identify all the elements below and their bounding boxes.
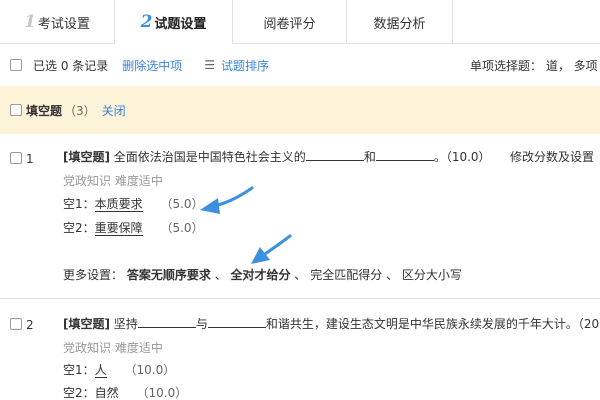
blank-label: 空1： [63, 363, 95, 377]
blank-line [207, 316, 266, 328]
option-all-correct[interactable]: 全对才给分 [231, 268, 291, 282]
question-number: 2 [26, 318, 34, 332]
sort-questions-label: 试题排序 [221, 58, 270, 73]
delete-selected-link[interactable]: 删除选中项 [122, 57, 182, 74]
blank-answer: 自然 [94, 386, 119, 400]
blank-answer-row: 空1：人 （10.0） [63, 361, 175, 378]
question-stem: [填空题] 坚持 与 和谐共生，建设生态文明是中华民族永续发展的千年大计。（20 [63, 315, 599, 332]
blank-answer: 人 [94, 363, 107, 378]
section-count: （3） [64, 103, 96, 118]
tab-label: 考试设置 [37, 16, 90, 32]
toolbar: 已选 0 条记录 删除选中项 ☰ 试题排序 单项选择题： 道， 多项 [0, 44, 600, 86]
tab-label: 数据分析 [373, 16, 426, 32]
selected-count: 已选 0 条记录 [33, 58, 109, 73]
blank-line [305, 149, 364, 161]
edit-score-settings-link[interactable]: 修改分数及设置 [510, 148, 594, 165]
section-title: 填空题 [26, 103, 63, 118]
blank-answer: 重要保障 [94, 221, 143, 236]
tab-step-number: 1 [24, 12, 36, 32]
blank-score: （10.0） [124, 363, 176, 377]
question-meta: 党政知识 难度适中 [63, 174, 163, 188]
question-text: 与 [195, 317, 208, 331]
blank-answer-row: 空2：重要保障 （5.0） [63, 219, 204, 236]
question-checkbox[interactable] [10, 318, 22, 330]
option-exact-match[interactable]: 完全匹配得分 [310, 268, 382, 282]
question-checkbox[interactable] [10, 152, 22, 164]
fill-blank-section-header: 填空题 （3） 关闭 [0, 86, 600, 134]
option-case-sensitive[interactable]: 区分大小写 [402, 268, 462, 282]
question-text: 和谐共生，建设生态文明是中华民族永续发展的千年大计。（20 [265, 317, 600, 331]
tab-data-analysis[interactable]: 数据分析 [347, 0, 453, 44]
blank-line [137, 316, 196, 328]
blank-answer-row: 空2：自然 （10.0） [63, 384, 187, 400]
question-item: 1 [填空题] 全面依法治国是中国特色社会主义的 和 。（10.0） 修改分数及设置… [0, 134, 600, 299]
tab-label: 阅卷评分 [263, 16, 316, 32]
select-all-checkbox[interactable] [10, 59, 22, 71]
tab-step-number: 2 [140, 12, 153, 32]
blank-score: （5.0） [160, 197, 204, 211]
question-item: 2 [填空题] 坚持 与 和谐共生，建设生态文明是中华民族永续发展的千年大计。（20… [0, 300, 600, 400]
blank-score: （10.0） [136, 386, 188, 400]
question-type-tag: [填空题] [63, 317, 110, 331]
blank-label: 空2： [63, 386, 95, 400]
blank-score: （5.0） [160, 221, 204, 235]
sort-questions-button[interactable]: ☰ 试题排序 [204, 57, 269, 74]
tab-grading[interactable]: 阅卷评分 [233, 0, 347, 44]
question-meta: 党政知识 难度适中 [63, 341, 163, 355]
question-text: 坚持 [109, 317, 138, 331]
more-settings-row: 更多设置： 答案无顺序要求 、 全对才给分 、 完全匹配得分 、 区分大小写 [63, 266, 462, 283]
question-text: 和 [363, 150, 376, 164]
separator: 、 [294, 268, 307, 282]
question-type-tag: [填空题] [63, 150, 110, 164]
tab-exam-settings[interactable]: 1 考试设置 [0, 0, 115, 44]
question-stem: [填空题] 全面依法治国是中国特色社会主义的 和 。（10.0） [63, 148, 491, 165]
blank-answer-row: 空1：本质要求 （5.0） [63, 195, 204, 212]
section-checkbox[interactable] [10, 104, 22, 116]
question-text: 全面依法治国是中国特色社会主义的 [109, 150, 306, 164]
separator: 、 [386, 268, 399, 282]
question-number: 1 [26, 152, 34, 166]
section-close-link[interactable]: 关闭 [102, 102, 126, 119]
tab-label: 试题设置 [154, 16, 207, 32]
blank-line [375, 149, 434, 161]
option-no-order[interactable]: 答案无顺序要求 [127, 268, 211, 282]
tab-bar: 1 考试设置 2 试题设置 阅卷评分 数据分析 [0, 0, 600, 45]
question-type-summary: 单项选择题： 道， 多项 [470, 59, 598, 73]
blank-label: 空2： [63, 221, 95, 235]
list-menu-icon: ☰ [204, 58, 216, 72]
question-text: 。（10.0） [433, 150, 491, 164]
tab-question-settings[interactable]: 2 试题设置 [115, 0, 233, 45]
separator: 、 [214, 268, 227, 282]
more-settings-label: 更多设置： [63, 268, 124, 282]
blank-answer: 本质要求 [94, 197, 143, 212]
blank-label: 空1： [63, 197, 95, 211]
